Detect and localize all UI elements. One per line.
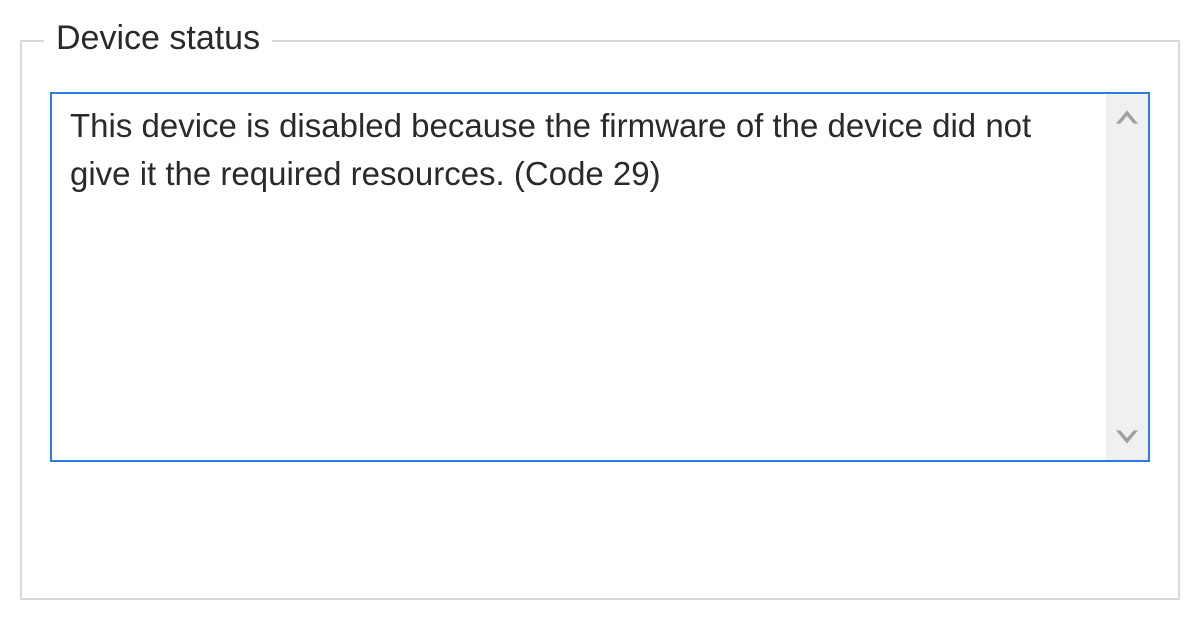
scroll-up-arrow-icon[interactable] [1106, 100, 1148, 134]
device-status-group: Device status This device is disabled be… [20, 40, 1180, 600]
scroll-down-arrow-icon[interactable] [1106, 420, 1148, 454]
device-status-text: This device is disabled because the firm… [52, 94, 1106, 460]
vertical-scrollbar[interactable] [1106, 94, 1148, 460]
device-status-textarea[interactable]: This device is disabled because the firm… [50, 92, 1150, 462]
group-title: Device status [44, 18, 272, 59]
